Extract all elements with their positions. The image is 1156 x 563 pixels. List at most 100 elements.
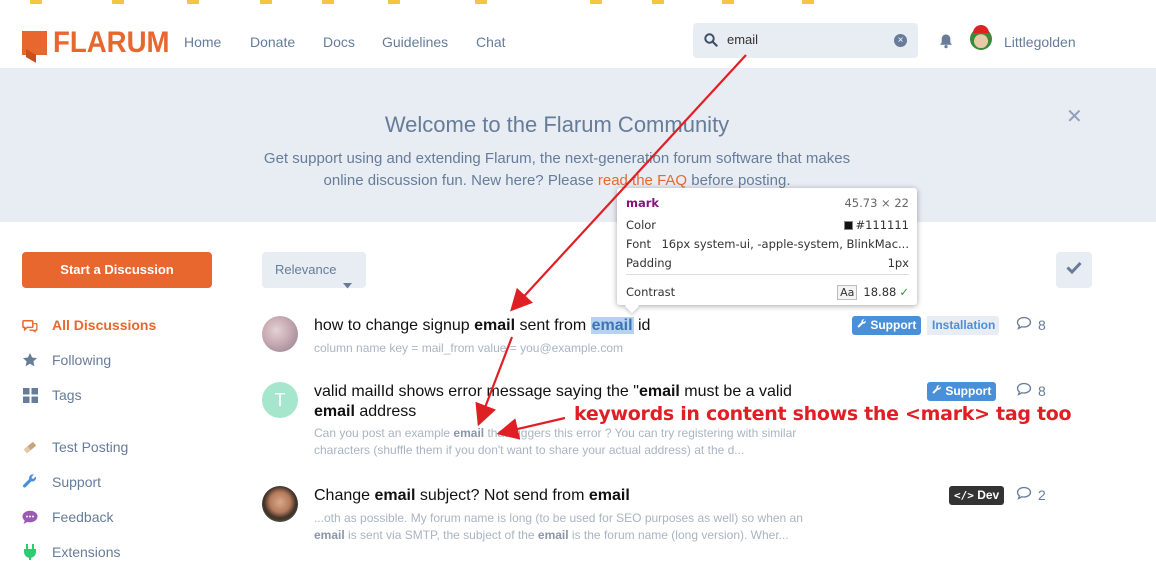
check-icon (1066, 261, 1082, 279)
caret-down-icon (343, 267, 352, 303)
bookmark-folder-icon[interactable] (475, 0, 487, 4)
title-keyword: email (314, 403, 355, 420)
tooltip-font-label: Font (626, 237, 652, 251)
discussion-excerpt: column name key = mail_from value = you@… (314, 341, 623, 355)
sidebar-item-test-posting[interactable]: Test Posting (22, 439, 128, 455)
tooltip-tag-name: mark (626, 196, 660, 210)
welcome-hero: Welcome to the Flarum Community Get supp… (0, 68, 1156, 222)
discussion-title[interactable]: how to change signup email sent from ema… (314, 316, 844, 336)
tag-label: Installation (932, 318, 996, 332)
sidebar-item-label: Test Posting (52, 439, 129, 455)
notifications-bell-icon[interactable] (938, 33, 954, 54)
discussion-item[interactable]: how to change signup email sent from ema… (262, 316, 1052, 376)
discussion-title[interactable]: Change email subject? Not send from emai… (314, 486, 844, 506)
tag-support[interactable]: Support (927, 382, 997, 401)
code-icon: </> (954, 489, 974, 502)
username-label[interactable]: Littlegolden (1004, 34, 1076, 50)
star-icon (22, 352, 38, 368)
reply-count: 8 (1016, 382, 1046, 399)
comments-icon (22, 317, 38, 333)
title-text: id (633, 317, 651, 334)
tag-dev[interactable]: </> Dev (949, 486, 1005, 505)
tooltip-color-label: Color (626, 218, 657, 232)
title-text: subject? Not send from (415, 487, 589, 504)
sidebar-item-extensions[interactable]: Extensions (22, 544, 120, 560)
tag-support[interactable]: Support (852, 316, 922, 335)
clear-search-icon[interactable]: × (894, 34, 907, 47)
nav-home-link[interactable]: Home (184, 34, 221, 50)
faq-link[interactable]: read the FAQ (598, 172, 687, 189)
nav-chat-link[interactable]: Chat (476, 34, 506, 50)
devtools-inspect-tooltip: mark 45.73 × 22 Color #111111 Font 16px sys… (617, 188, 917, 305)
bookmark-folder-icon[interactable] (187, 0, 199, 4)
reply-count: 2 (1016, 486, 1046, 503)
sidebar-item-following[interactable]: Following (22, 352, 111, 368)
user-avatar[interactable] (262, 316, 298, 352)
bookmark-folder-icon[interactable] (30, 0, 42, 4)
excerpt-keyword: email (537, 528, 569, 542)
sidebar-item-label: Extensions (52, 544, 121, 560)
user-avatar-letter[interactable]: T (262, 382, 298, 418)
site-logo[interactable]: FLARUM (22, 26, 180, 60)
excerpt-text: is sent via SMTP, the subject of the (344, 528, 538, 542)
hero-desc-text-end: before posting. (687, 172, 791, 189)
nav-docs-link[interactable]: Docs (323, 34, 355, 50)
excerpt-text: is the forum name (long version). Wher..… (568, 528, 789, 542)
tooltip-color-value-wrap: #111111 (844, 218, 909, 232)
tooltip-contrast-value: 18.88 (863, 285, 897, 299)
nav-guidelines-link[interactable]: Guidelines (382, 34, 448, 50)
reply-count-value: 2 (1038, 486, 1046, 503)
bookmark-folder-icon[interactable] (112, 0, 124, 4)
wrench-icon (22, 474, 38, 490)
sort-dropdown[interactable]: Relevance (262, 252, 366, 289)
tooltip-divider (626, 274, 909, 275)
color-swatch-icon (844, 221, 854, 230)
search-box[interactable]: × (693, 23, 918, 58)
bookmark-folder-icon[interactable] (590, 0, 602, 4)
sidebar-item-support[interactable]: Support (22, 474, 101, 490)
user-avatar[interactable] (262, 486, 298, 522)
excerpt-keyword: email (314, 528, 345, 542)
bookmark-folder-icon[interactable] (388, 0, 400, 4)
sidebar-item-label: Support (52, 474, 102, 490)
flarum-logo-icon (22, 31, 47, 55)
title-keyword: email (588, 487, 630, 504)
mark-all-read-button[interactable] (1056, 252, 1092, 288)
user-avatar[interactable] (970, 25, 992, 50)
tag-installation[interactable]: Installation (927, 316, 999, 335)
tooltip-contrast-aa: Aa (837, 285, 858, 300)
sidebar-item-all-discussions[interactable]: All Discussions (22, 317, 156, 333)
reply-count-value: 8 (1038, 382, 1046, 399)
tooltip-font-value: 16px system-ui, -apple-system, BlinkMac.… (661, 237, 909, 251)
close-hero-icon[interactable]: ✕ (1066, 104, 1083, 129)
avatar-letter: T (274, 390, 286, 410)
title-keyword: email (374, 487, 416, 504)
bookmark-folder-icon[interactable] (722, 0, 734, 4)
sidebar-item-label: Following (52, 352, 112, 368)
bookmark-folder-icon[interactable] (260, 0, 272, 4)
sidebar-item-tags[interactable]: Tags (22, 387, 82, 403)
title-text: sent from (515, 317, 591, 334)
tooltip-size: 45.73 × 22 (844, 196, 909, 210)
nav-donate-link[interactable]: Donate (250, 34, 295, 50)
site-header: FLARUM Home Donate Docs Guidelines Chat … (0, 14, 1156, 68)
tooltip-color-value: #111111 (855, 218, 909, 232)
sidebar-item-label: Feedback (52, 509, 114, 525)
annotation-text: keywords in content shows the <mark> tag… (574, 403, 1072, 425)
bookmark-folder-icon[interactable] (322, 0, 334, 4)
discussion-excerpt: Can you post an example email that trigg… (314, 425, 824, 459)
sidebar-item-feedback[interactable]: Feedback (22, 509, 113, 525)
plug-icon (22, 544, 38, 560)
title-keyword: email (638, 383, 680, 400)
bookmark-folder-icon[interactable] (652, 0, 664, 4)
search-input[interactable] (727, 32, 877, 47)
start-discussion-button[interactable]: Start a Discussion (22, 252, 212, 288)
bookmark-folder-icon[interactable] (802, 0, 814, 4)
discussion-item[interactable]: Change email subject? Not send from emai… (262, 486, 1052, 563)
tag-label: Support (870, 318, 917, 332)
title-text: how to change signup (314, 317, 475, 334)
sort-label: Relevance (275, 262, 337, 277)
title-text: must be a valid (679, 383, 792, 400)
logo-text: FLARUM (53, 26, 170, 59)
comment-icon (1016, 382, 1032, 399)
